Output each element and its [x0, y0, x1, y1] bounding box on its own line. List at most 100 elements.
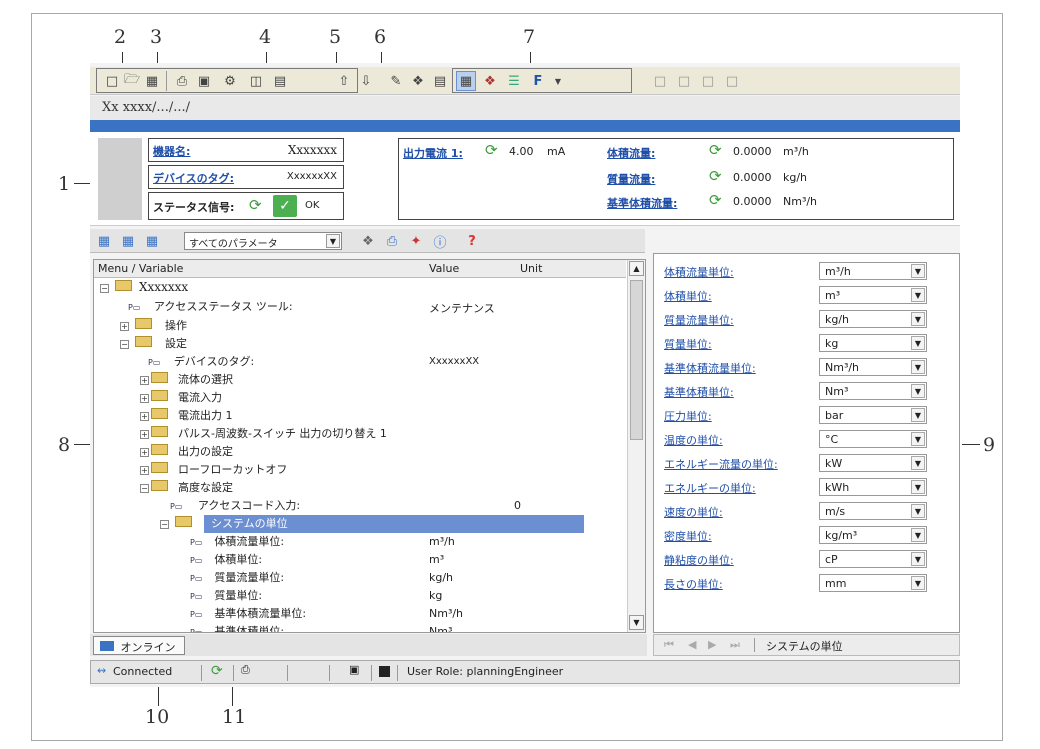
device-name-label[interactable]: 機器名: [153, 143, 190, 159]
unit-label[interactable]: 圧力単位: [664, 408, 712, 424]
unit-label[interactable]: 基準体積単位: [664, 384, 734, 400]
next-icon[interactable]: ▶ [708, 638, 716, 651]
layout2-icon[interactable]: ▦ [118, 231, 138, 251]
device-icon[interactable]: ▣ [194, 71, 214, 91]
tree-row-param[interactable]: P▭ 基準体積流量単位: [190, 605, 306, 623]
expand-icon[interactable]: + [140, 412, 149, 421]
layout1-icon[interactable]: ▦ [94, 231, 114, 251]
tree-row-param[interactable]: P▭ 基準体積単位: [190, 623, 284, 632]
tree-row-param[interactable]: P▭ アクセスコード入力: [170, 497, 300, 515]
unit-label[interactable]: 静粘度の単位: [664, 552, 734, 568]
unit-select[interactable]: m³ ▼ [819, 286, 927, 304]
tree-row-param[interactable]: P▭ 質量単位: [190, 587, 262, 605]
tree-row-folder[interactable]: + ローフローカットオフ [140, 461, 287, 479]
expand-icon[interactable]: + [140, 466, 149, 475]
unit-select[interactable]: m³/h ▼ [819, 262, 927, 280]
print-icon[interactable]: ⎙ [172, 71, 192, 91]
save-icon[interactable]: ▦ [142, 71, 162, 91]
unit-select[interactable]: °C ▼ [819, 430, 927, 448]
settings-icon[interactable]: ⚙ [220, 71, 240, 91]
window-icon[interactable]: ▤ [270, 71, 290, 91]
tree-row-param[interactable]: P▭ 体積流量単位: [190, 533, 284, 551]
expand-icon[interactable]: + [140, 430, 149, 439]
device-connect-icon[interactable]: ⎙ [241, 663, 250, 677]
info-icon[interactable]: ⓘ [430, 231, 450, 251]
expand-icon[interactable]: + [140, 376, 149, 385]
pv-mass-flow-label[interactable]: 質量流量: [607, 171, 655, 187]
unit-select[interactable]: mm ▼ [819, 574, 927, 592]
unit-label[interactable]: 長さの単位: [664, 576, 723, 592]
tree-row-folder[interactable]: + 操作 [120, 317, 187, 335]
device-tag-label[interactable]: デバイスのタグ: [153, 170, 234, 186]
unit-label[interactable]: エネルギーの単位: [664, 480, 756, 496]
collapse-icon[interactable]: − [120, 340, 129, 349]
graph4-icon[interactable]: □ [722, 71, 742, 91]
unit-label[interactable]: 体積流量単位: [664, 264, 734, 280]
graph2-icon[interactable]: □ [674, 71, 694, 91]
refresh-icon[interactable]: ⟳ [211, 663, 223, 679]
unit-select[interactable]: kg/m³ ▼ [819, 526, 927, 544]
scroll-up-icon[interactable]: ▲ [629, 261, 644, 276]
prev-icon[interactable]: ◀ [688, 638, 696, 651]
parameter-filter-select[interactable]: すべてのパラメータ ▼ [184, 232, 342, 250]
sort-icon[interactable]: ☰ [504, 71, 524, 91]
network-icon[interactable]: ▣ [349, 663, 359, 676]
tree-row-param[interactable]: P▭ デバイスのタグ: [148, 353, 254, 371]
unit-select[interactable]: kg ▼ [819, 334, 927, 352]
unit-select[interactable]: Nm³/h ▼ [819, 358, 927, 376]
pv-volume-flow-label[interactable]: 体積流量: [607, 145, 655, 161]
tree-row-folder-selected[interactable]: − システムの単位 [160, 515, 288, 533]
tree-row-folder[interactable]: − 設定 [120, 335, 187, 353]
tools-icon[interactable]: ❖ [358, 231, 378, 251]
compare-icon[interactable]: ❖ [480, 71, 500, 91]
unit-label[interactable]: 質量流量単位: [664, 312, 734, 328]
unit-select[interactable]: kW ▼ [819, 454, 927, 472]
tree-row-param[interactable]: P▭ 質量流量単位: [190, 569, 284, 587]
upload-icon[interactable]: ⇧ [334, 71, 354, 91]
preview-icon[interactable]: ◫ [246, 71, 266, 91]
unit-label[interactable]: 質量単位: [664, 336, 712, 352]
edit-icon[interactable]: ✎ [386, 71, 406, 91]
stop-icon[interactable] [379, 666, 390, 677]
tree-row-folder[interactable]: + 出力の設定 [140, 443, 233, 461]
collapse-icon[interactable]: − [160, 520, 169, 529]
bookmark-icon[interactable]: ✦ [406, 231, 426, 251]
tree-row-param[interactable]: P▭ 体積単位: [190, 551, 262, 569]
unit-select[interactable]: m/s ▼ [819, 502, 927, 520]
collapse-icon[interactable]: − [100, 284, 109, 293]
unit-label[interactable]: エネルギー流量の単位: [664, 456, 778, 472]
active-mode-icon[interactable]: ▦ [456, 71, 476, 91]
download-icon[interactable]: ⇩ [356, 71, 376, 91]
help-icon[interactable]: ? [462, 231, 482, 251]
layout3-icon[interactable]: ▦ [142, 231, 162, 251]
unit-select[interactable]: bar ▼ [819, 406, 927, 424]
column-menu-variable[interactable]: Menu / Variable [98, 262, 183, 275]
scroll-thumb[interactable] [630, 280, 643, 440]
tree-scrollbar[interactable]: ▲ ▼ [627, 260, 645, 632]
tree-row-param[interactable]: P▭ アクセスステータス ツール: [128, 298, 293, 316]
tree-row-root[interactable]: − Xxxxxxx [100, 280, 188, 298]
first-icon[interactable]: ⏮ [664, 638, 674, 652]
unit-label[interactable]: 温度の単位: [664, 432, 723, 448]
expand-icon[interactable]: + [120, 322, 129, 331]
tree-row-folder[interactable]: + 流体の選択 [140, 371, 233, 389]
column-unit[interactable]: Unit [520, 262, 542, 275]
print-icon[interactable]: ⎙ [382, 231, 402, 251]
unit-label[interactable]: 密度単位: [664, 528, 712, 544]
unit-select[interactable]: Nm³ ▼ [819, 382, 927, 400]
pv-current-label[interactable]: 出力電流 1: [403, 145, 463, 161]
tree-row-folder[interactable]: + 電流入力 [140, 389, 222, 407]
tools-icon[interactable]: ❖ [408, 71, 428, 91]
graph1-icon[interactable]: □ [650, 71, 670, 91]
expand-icon[interactable]: + [140, 394, 149, 403]
tree-row-folder[interactable]: + 電流出力 1 [140, 407, 233, 425]
column-value[interactable]: Value [429, 262, 459, 275]
expand-icon[interactable]: + [140, 448, 149, 457]
tree-row-folder[interactable]: + パルス-周波数-スイッチ 出力の切り替え 1 [140, 425, 387, 443]
tree-row-folder[interactable]: − 高度な設定 [140, 479, 233, 497]
graph3-icon[interactable]: □ [698, 71, 718, 91]
pv-corrected-volume-flow-label[interactable]: 基準体積流量: [607, 195, 677, 211]
last-icon[interactable]: ⏭ [730, 638, 740, 652]
scroll-down-icon[interactable]: ▼ [629, 615, 644, 630]
unit-label[interactable]: 基準体積流量単位: [664, 360, 756, 376]
